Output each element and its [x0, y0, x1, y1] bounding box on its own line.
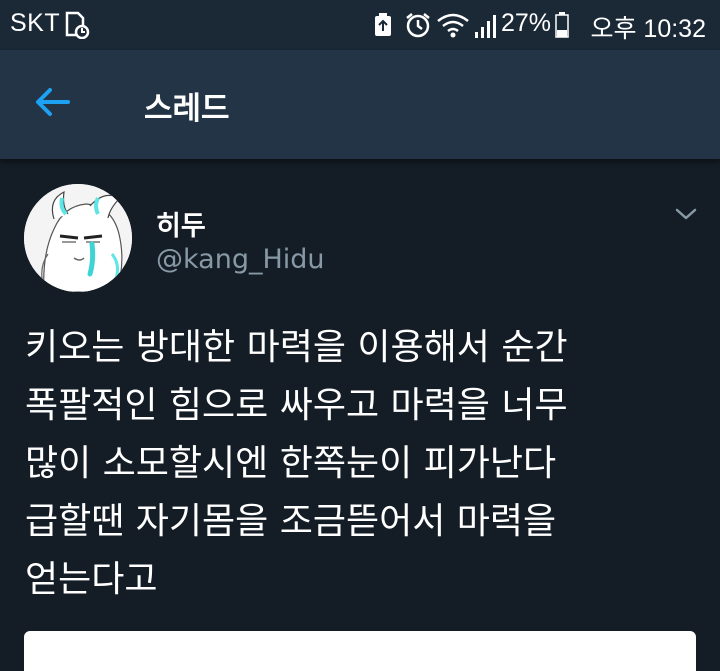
carrier-label: SKT — [10, 9, 61, 37]
display-name[interactable]: 히두 — [156, 204, 206, 243]
media-preview[interactable] — [24, 631, 696, 671]
alarm-clock-icon — [404, 11, 432, 44]
battery-saver-icon — [373, 12, 393, 43]
battery-percent: 27% — [500, 9, 551, 37]
user-handle[interactable]: @kang_Hidu — [156, 244, 325, 275]
chevron-down-icon — [675, 206, 697, 225]
arrow-left-icon — [32, 86, 72, 122]
tweet-menu-button[interactable] — [662, 197, 710, 233]
status-bar: SKT 27% 오후 10:32 — [0, 0, 720, 50]
avatar[interactable] — [24, 184, 132, 292]
sim-card-icon — [64, 11, 90, 44]
signal-icon — [474, 13, 498, 44]
wifi-icon — [436, 12, 470, 43]
page-title: 스레드 — [144, 91, 230, 127]
clock-time: 오후 10:32 — [590, 15, 706, 43]
tweet: 히두 @kang_Hidu 키오는 방대한 마력을 이용해서 순간 폭팔적인 힘… — [0, 159, 720, 671]
tweet-text: 키오는 방대한 마력을 이용해서 순간 폭팔적인 힘으로 싸우고 마력을 너무 … — [25, 327, 568, 600]
app-header: 스레드 — [0, 50, 720, 159]
battery-icon — [555, 12, 569, 43]
back-button[interactable] — [22, 74, 82, 134]
